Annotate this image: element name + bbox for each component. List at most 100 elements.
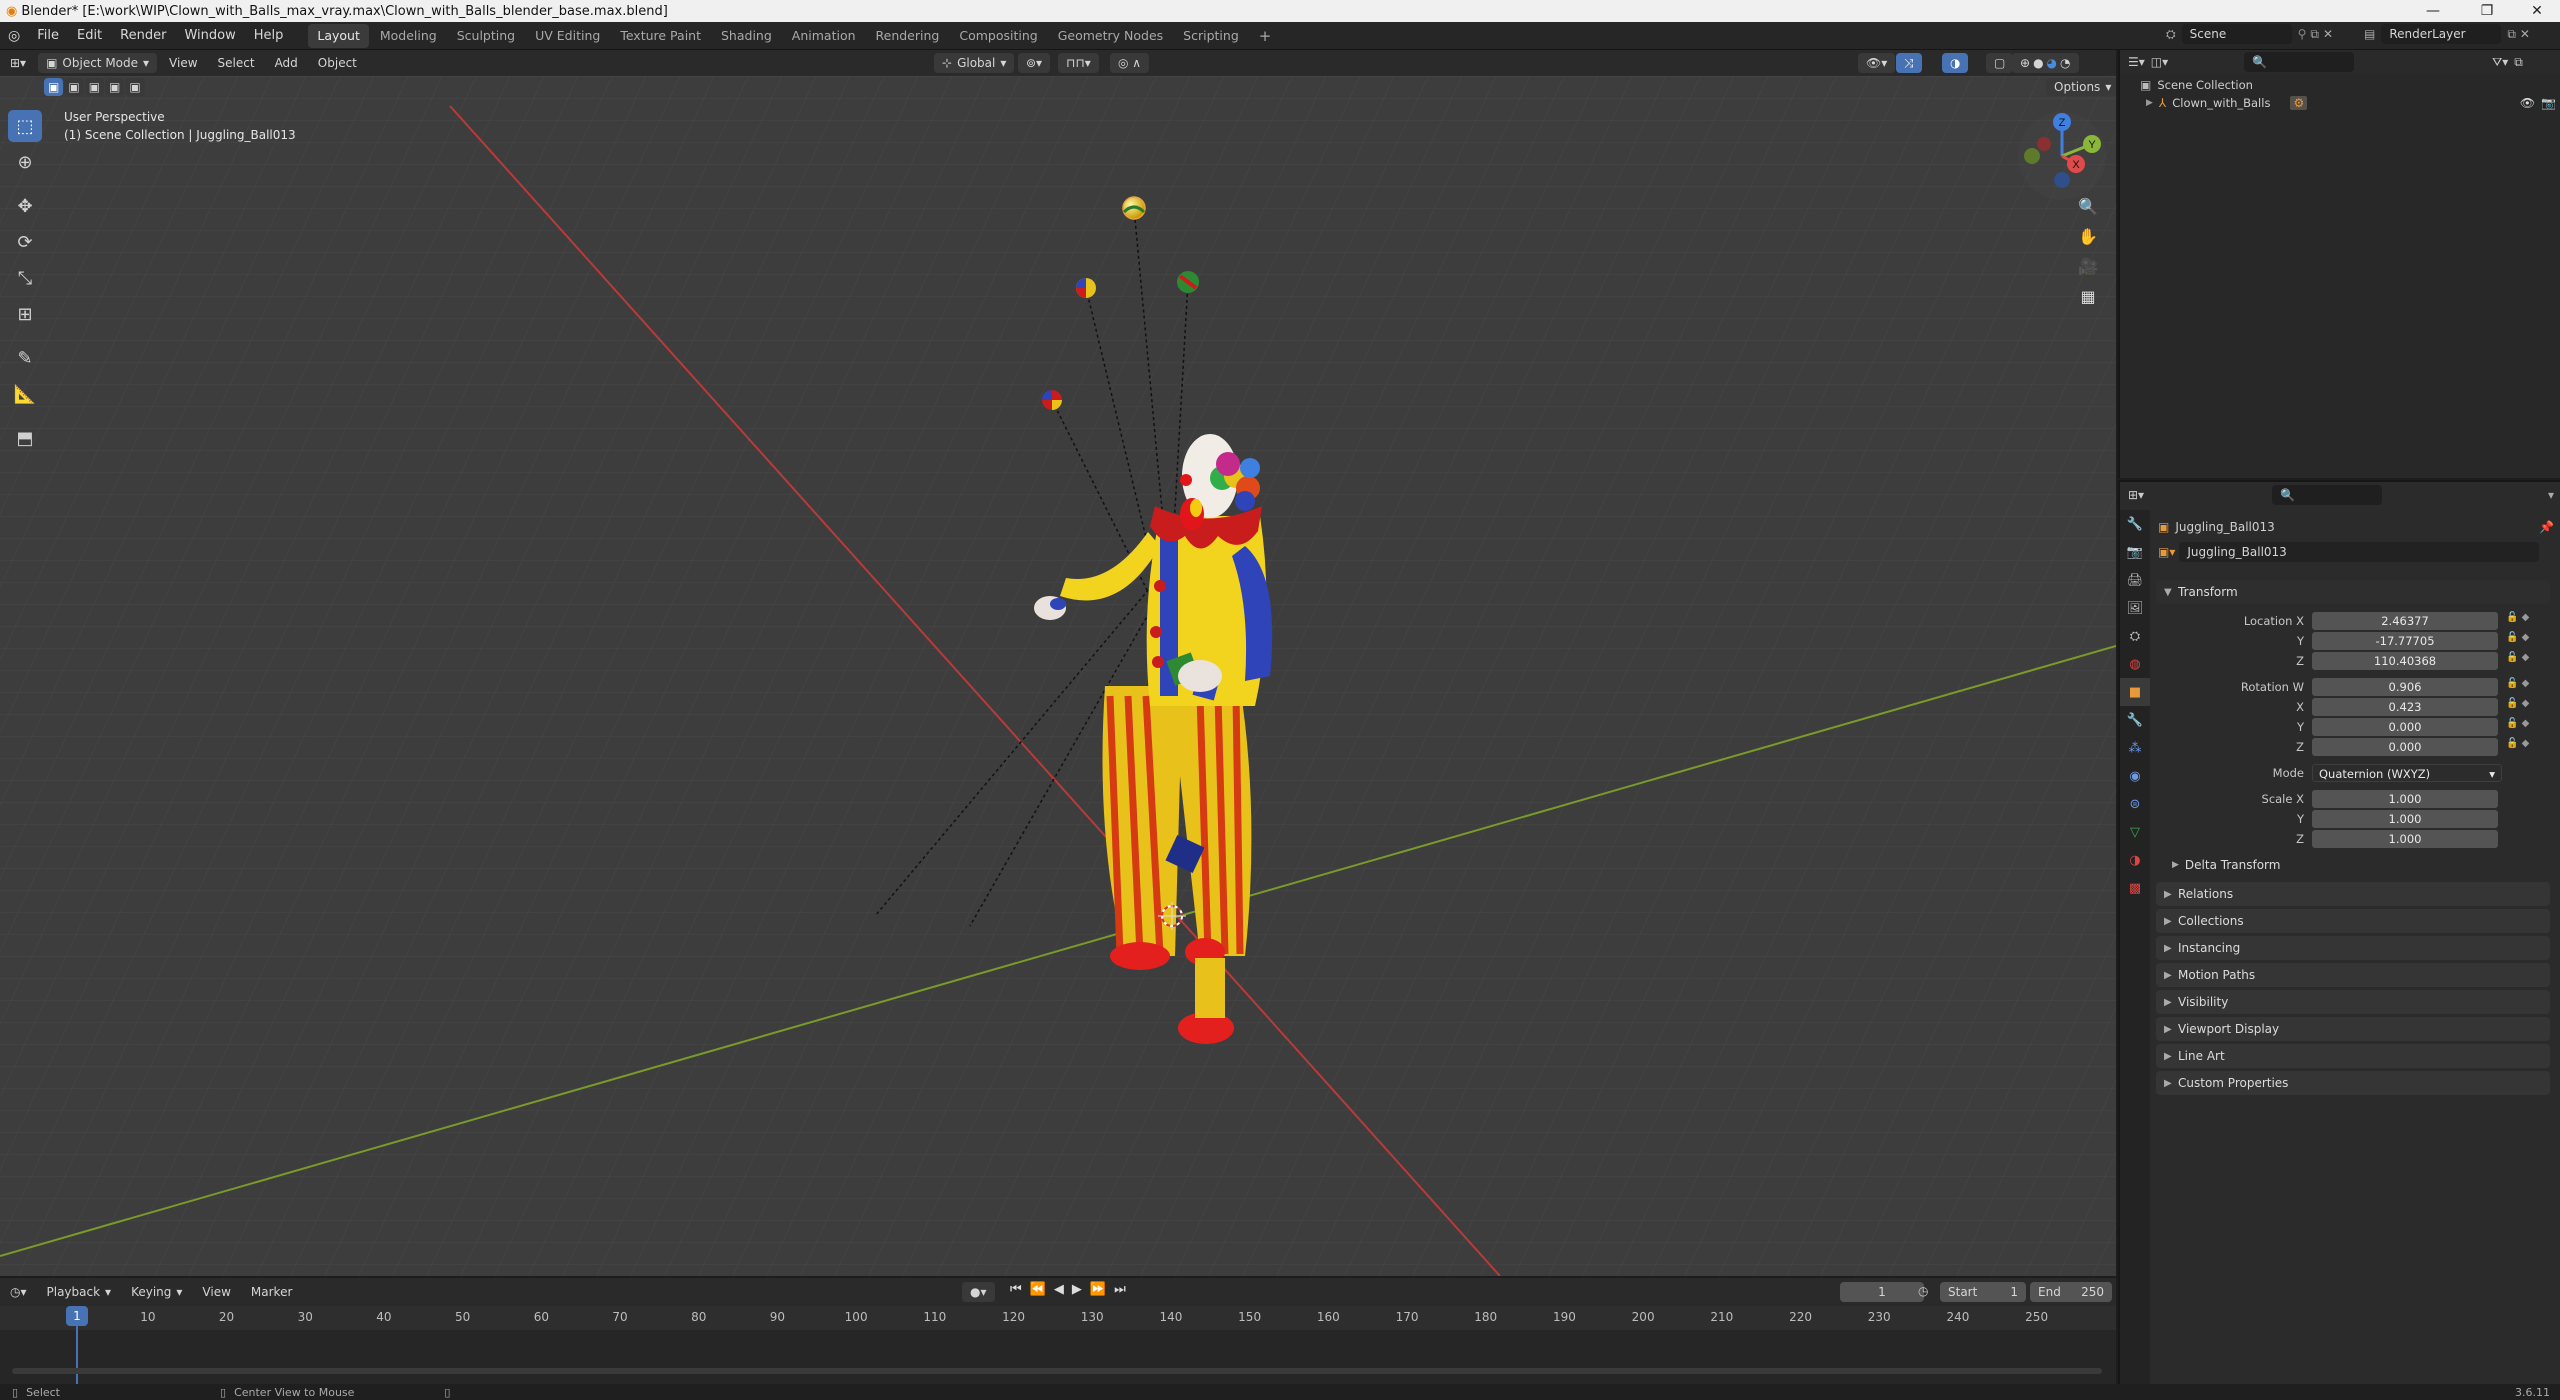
tab-texture-paint[interactable]: Texture Paint bbox=[611, 24, 710, 48]
minimize-button[interactable]: — bbox=[2410, 0, 2456, 22]
jump-start-icon[interactable]: ⏮ bbox=[1010, 1282, 1022, 1297]
menu-keying[interactable]: Keying ▾ bbox=[123, 1282, 190, 1302]
lock-icon[interactable]: 🔓 ◆ bbox=[2506, 698, 2550, 716]
scene-name-field[interactable]: Scene bbox=[2181, 24, 2292, 44]
juggling-ball-selected[interactable] bbox=[1122, 196, 1146, 220]
panel-collections[interactable]: ▶ Collections bbox=[2156, 909, 2550, 933]
rotation-z-field[interactable]: 0.000 bbox=[2312, 738, 2498, 756]
tab-rendering[interactable]: Rendering bbox=[867, 24, 949, 48]
particles-tab-icon[interactable]: ⁂ bbox=[2120, 734, 2150, 762]
render-camera-icon[interactable]: 📷 bbox=[2541, 96, 2556, 110]
view-layer-tab-icon[interactable]: 🖼 bbox=[2120, 594, 2150, 622]
visibility-filter-icon[interactable]: 👁▾ bbox=[1858, 53, 1896, 73]
menu-add[interactable]: Add bbox=[267, 53, 306, 73]
playhead[interactable]: 1 bbox=[66, 1306, 88, 1326]
delete-scene-icon[interactable]: ✕ bbox=[2323, 27, 2333, 41]
transform-tool-icon[interactable]: ⊞ bbox=[8, 298, 42, 330]
world-tab-icon[interactable]: ◍ bbox=[2120, 650, 2150, 678]
tab-shading[interactable]: Shading bbox=[712, 24, 781, 48]
timeline[interactable]: 10 20 30 40 50 60 70 80 90 100 110 120 130 140 150 160 1… bbox=[0, 1306, 2116, 1386]
viewport-scene[interactable]: Z Y X bbox=[0, 76, 2116, 1276]
gizmo-toggle-icon[interactable]: ⤨ bbox=[1896, 53, 1922, 73]
scale-tool-icon[interactable]: ⤡ bbox=[8, 262, 42, 294]
tab-scripting[interactable]: Scripting bbox=[1174, 24, 1248, 48]
rotation-y-field[interactable]: 0.000 bbox=[2312, 718, 2498, 736]
select-new-icon[interactable]: ▣ bbox=[44, 78, 64, 96]
menu-window[interactable]: Window bbox=[175, 22, 244, 50]
add-workspace-icon[interactable]: + bbox=[1250, 24, 1281, 48]
object-mode-dropdown[interactable]: ▣ Object Mode ▾ bbox=[38, 53, 158, 73]
location-z-field[interactable]: 110.40368 bbox=[2312, 652, 2498, 670]
menu-help[interactable]: Help bbox=[245, 22, 293, 50]
zoom-icon[interactable]: 🔍 bbox=[2074, 192, 2102, 220]
select-extend-icon[interactable]: ▣ bbox=[64, 78, 84, 96]
tab-modeling[interactable]: Modeling bbox=[371, 24, 446, 48]
outliner-row-clown[interactable]: ▶ ⅄ Clown_with_Balls ⚙ 👁 📷 bbox=[2146, 96, 2556, 110]
cursor-tool-icon[interactable]: ⊕ bbox=[8, 146, 42, 178]
menu-edit[interactable]: Edit bbox=[68, 22, 111, 50]
display-mode-icon[interactable]: ◫▾ bbox=[2151, 55, 2168, 69]
menu-file[interactable]: File bbox=[28, 22, 68, 50]
snap-icon[interactable]: ⊓⊓▾ bbox=[1058, 53, 1099, 73]
jump-end-icon[interactable]: ⏭ bbox=[1114, 1282, 1126, 1297]
chevron-down-icon[interactable]: ▾ bbox=[2548, 488, 2554, 502]
filter-icon[interactable]: ⛛▾ bbox=[2492, 55, 2508, 70]
juggling-ball[interactable] bbox=[1042, 390, 1062, 410]
timeline-ruler[interactable]: 10 20 30 40 50 60 70 80 90 100 110 120 130 140 150 160 1… bbox=[0, 1306, 2116, 1330]
scene-tab-icon[interactable]: ⛭ bbox=[2120, 622, 2150, 650]
preview-range-icon[interactable]: ◷ bbox=[1918, 1284, 1928, 1298]
outliner-search-input[interactable]: 🔍 bbox=[2244, 52, 2355, 72]
pin-scene-icon[interactable]: ⚲ bbox=[2298, 27, 2307, 41]
annotate-tool-icon[interactable]: ✎ bbox=[8, 342, 42, 374]
tab-sculpting[interactable]: Sculpting bbox=[448, 24, 524, 48]
select-intersect-icon[interactable]: ▣ bbox=[125, 78, 145, 96]
3d-viewport[interactable]: Z Y X ▣ ▣ ▣ ▣ ▣ User Perspective (1) Sce… bbox=[0, 76, 2116, 1276]
location-y-field[interactable]: -17.77705 bbox=[2312, 632, 2498, 650]
render-tab-icon[interactable]: 📷 bbox=[2120, 538, 2150, 566]
wireframe-shading-icon[interactable]: ⊕ bbox=[2020, 53, 2030, 73]
lock-icon[interactable]: 🔓 ◆ bbox=[2506, 738, 2550, 756]
data-tab-icon[interactable]: ▽ bbox=[2120, 818, 2150, 846]
timeline-scrollbar[interactable] bbox=[12, 1368, 2102, 1374]
tab-compositing[interactable]: Compositing bbox=[950, 24, 1046, 48]
properties-search-input[interactable]: 🔍 bbox=[2272, 485, 2383, 505]
navigation-gizmo[interactable]: Z Y X bbox=[2018, 112, 2106, 200]
select-subtract-icon[interactable]: ▣ bbox=[84, 78, 105, 96]
rotation-mode-dropdown[interactable]: Quaternion (WXYZ) ▾ bbox=[2312, 764, 2502, 782]
measure-tool-icon[interactable]: 📐 bbox=[8, 378, 42, 410]
proportional-editing-icon[interactable]: ◎ ∧ bbox=[1110, 53, 1150, 73]
timeline-editor-type-icon[interactable]: ◷▾ bbox=[2, 1282, 35, 1302]
panel-motion-paths[interactable]: ▶ Motion Paths bbox=[2156, 963, 2550, 987]
frame-start-field[interactable]: Start 1 bbox=[1940, 1282, 2026, 1302]
juggling-ball[interactable] bbox=[1177, 271, 1199, 293]
delta-transform-subpanel[interactable]: ▶ Delta Transform bbox=[2172, 858, 2280, 872]
texture-tab-icon[interactable]: ▩ bbox=[2120, 874, 2150, 902]
lock-icon[interactable]: 🔓 ◆ bbox=[2506, 652, 2550, 670]
overlay-toggle-icon[interactable]: ◑ bbox=[1942, 53, 1969, 73]
juggling-ball[interactable] bbox=[1076, 278, 1096, 298]
rendered-shading-icon[interactable]: ◔ bbox=[2060, 53, 2070, 73]
rotate-tool-icon[interactable]: ⟳ bbox=[8, 226, 42, 258]
object-tab-icon[interactable]: ■ bbox=[2120, 678, 2150, 706]
tab-geometry-nodes[interactable]: Geometry Nodes bbox=[1049, 24, 1172, 48]
play-icon[interactable]: ▶ bbox=[1072, 1282, 1082, 1297]
location-x-field[interactable]: 2.46377 bbox=[2312, 612, 2498, 630]
jump-keyframe-forward-icon[interactable]: ⏩ bbox=[1090, 1282, 1106, 1297]
camera-view-icon[interactable]: 🎥 bbox=[2074, 252, 2102, 280]
lock-icon[interactable]: 🔓 ◆ bbox=[2506, 718, 2550, 736]
panel-instancing[interactable]: ▶ Instancing bbox=[2156, 936, 2550, 960]
panel-relations[interactable]: ▶ Relations bbox=[2156, 882, 2550, 906]
view-layer-name-field[interactable]: RenderLayer bbox=[2381, 24, 2502, 44]
properties-editor-type-icon[interactable]: ⊞▾ bbox=[2128, 488, 2144, 502]
blender-menu-icon[interactable]: ◎ bbox=[0, 28, 28, 44]
menu-select[interactable]: Select bbox=[210, 53, 263, 73]
menu-object[interactable]: Object bbox=[310, 53, 365, 73]
tab-uv-editing[interactable]: UV Editing bbox=[526, 24, 609, 48]
close-button[interactable]: ✕ bbox=[2514, 0, 2560, 22]
jump-keyframe-back-icon[interactable]: ⏪ bbox=[1030, 1282, 1046, 1297]
orthographic-toggle-icon[interactable]: ▦ bbox=[2074, 282, 2102, 310]
menu-marker[interactable]: Marker bbox=[243, 1282, 300, 1302]
tab-animation[interactable]: Animation bbox=[783, 24, 865, 48]
delete-view-layer-icon[interactable]: ✕ bbox=[2520, 27, 2530, 41]
menu-timeline-view[interactable]: View bbox=[194, 1282, 238, 1302]
